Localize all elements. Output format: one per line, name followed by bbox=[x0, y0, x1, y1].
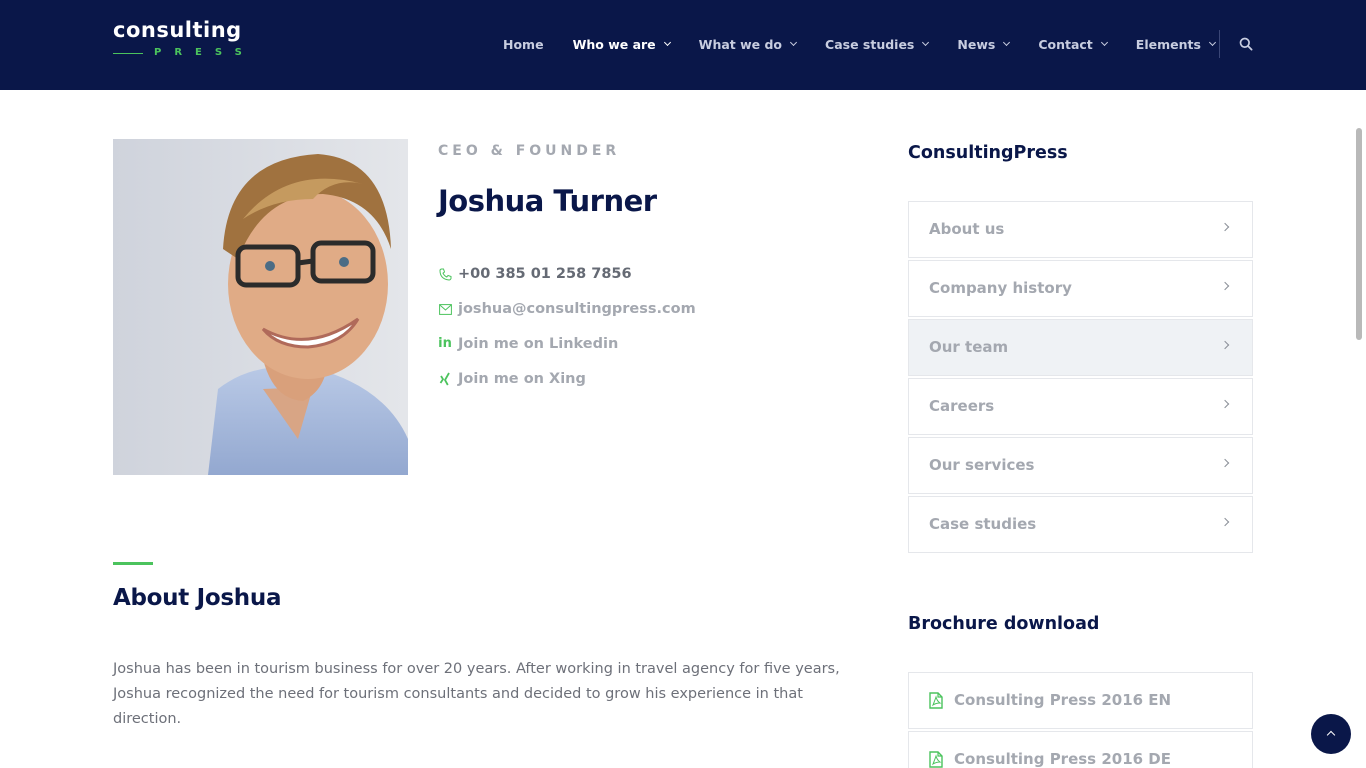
nav-who-we-are-label: Who we are bbox=[572, 36, 656, 52]
profile-name: Joshua Turner bbox=[438, 184, 657, 218]
sidebar-item-our-services[interactable]: Our services bbox=[908, 437, 1253, 494]
logo-rule bbox=[113, 53, 143, 54]
sidebar-item-label: Careers bbox=[929, 397, 995, 415]
about-accent-line bbox=[113, 562, 153, 565]
pdf-file-icon bbox=[929, 751, 943, 768]
chevron-right-icon bbox=[1220, 458, 1230, 468]
site-header: consulting PRESS Home Who we are What we… bbox=[0, 0, 1366, 90]
sidebar-item-careers[interactable]: Careers bbox=[908, 378, 1253, 435]
brochure-download-en[interactable]: Consulting Press 2016 EN bbox=[908, 672, 1253, 729]
brochure-title: Brochure download bbox=[908, 614, 1100, 634]
nav-contact-label: Contact bbox=[1038, 36, 1093, 52]
chevron-down-icon bbox=[789, 38, 798, 47]
xing-icon bbox=[438, 372, 452, 386]
chevron-right-icon bbox=[1220, 222, 1230, 232]
contact-email[interactable]: joshua@consultingpress.com bbox=[438, 301, 696, 317]
sidebar-item-label: Our services bbox=[929, 456, 1035, 474]
contact-linkedin[interactable]: in Join me on Linkedin bbox=[438, 336, 618, 352]
contact-phone-text: +00 385 01 258 7856 bbox=[458, 266, 632, 282]
nav-elements[interactable]: Elements bbox=[1135, 36, 1216, 52]
sidebar-item-label: Our team bbox=[929, 338, 1009, 356]
logo-wordmark: consulting bbox=[113, 18, 242, 42]
nav-home[interactable]: Home bbox=[503, 37, 544, 52]
nav-elements-label: Elements bbox=[1135, 36, 1201, 52]
nav-news[interactable]: News bbox=[957, 36, 1011, 52]
contact-xing-link: Join me on Xing bbox=[458, 371, 586, 387]
profile-role: CEO & FOUNDER bbox=[438, 143, 621, 159]
chevron-down-icon bbox=[922, 38, 930, 47]
contact-phone[interactable]: +00 385 01 258 7856 bbox=[438, 266, 632, 282]
chevron-down-icon bbox=[1208, 38, 1216, 47]
site-logo[interactable]: consulting PRESS bbox=[113, 17, 242, 61]
linkedin-icon: in bbox=[438, 336, 452, 351]
about-text: Joshua has been in tourism business for … bbox=[113, 661, 840, 727]
sidebar-item-about-us[interactable]: About us bbox=[908, 201, 1253, 258]
brochure-label: Consulting Press 2016 EN bbox=[954, 691, 1172, 709]
sidebar-menu: About us Company history Our team Career… bbox=[908, 201, 1253, 555]
chevron-up-icon bbox=[1326, 730, 1336, 740]
main-nav: Home Who we are What we do Case studies … bbox=[503, 34, 1244, 54]
nav-what-we-do-label: What we do bbox=[698, 36, 783, 52]
nav-who-we-are[interactable]: Who we are bbox=[572, 36, 671, 52]
chevron-right-icon bbox=[1220, 399, 1230, 409]
page-scrollbar[interactable] bbox=[1356, 128, 1362, 340]
nav-case-studies[interactable]: Case studies bbox=[825, 36, 930, 52]
sidebar-item-label: About us bbox=[929, 220, 1005, 238]
chevron-right-icon bbox=[1220, 517, 1230, 527]
contact-xing[interactable]: Join me on Xing bbox=[438, 371, 586, 387]
sidebar-item-case-studies[interactable]: Case studies bbox=[908, 496, 1253, 553]
nav-contact[interactable]: Contact bbox=[1038, 36, 1108, 52]
envelope-icon bbox=[438, 302, 452, 316]
profile-photo bbox=[113, 139, 408, 475]
chevron-down-icon bbox=[1003, 38, 1011, 47]
logo-subline: PRESS bbox=[113, 45, 242, 61]
brochure-label: Consulting Press 2016 DE bbox=[954, 750, 1172, 768]
search-icon[interactable] bbox=[1239, 37, 1253, 51]
chevron-down-icon bbox=[1100, 38, 1108, 47]
chevron-down-icon bbox=[663, 38, 671, 47]
sidebar-item-company-history[interactable]: Company history bbox=[908, 260, 1253, 317]
sidebar-item-label: Company history bbox=[929, 279, 1072, 297]
chevron-right-icon bbox=[1220, 340, 1230, 350]
chevron-right-icon bbox=[1220, 281, 1230, 291]
pdf-file-icon bbox=[929, 692, 943, 709]
logo-press-text: PRESS bbox=[154, 47, 255, 58]
sidebar-item-our-team[interactable]: Our team bbox=[908, 319, 1253, 376]
nav-news-label: News bbox=[957, 36, 996, 52]
sidebar-title: ConsultingPress bbox=[908, 143, 1068, 163]
sidebar-item-label: Case studies bbox=[929, 515, 1037, 533]
phone-icon bbox=[438, 267, 452, 281]
about-title: About Joshua bbox=[113, 585, 282, 611]
back-to-top-button[interactable] bbox=[1311, 714, 1351, 754]
nav-divider bbox=[1219, 30, 1220, 58]
contact-linkedin-link: Join me on Linkedin bbox=[458, 336, 619, 352]
contact-email-link: joshua@consultingpress.com bbox=[458, 301, 696, 317]
nav-case-studies-label: Case studies bbox=[825, 36, 915, 52]
nav-home-label: Home bbox=[503, 36, 544, 52]
brochure-download-de[interactable]: Consulting Press 2016 DE bbox=[908, 731, 1253, 768]
nav-what-we-do[interactable]: What we do bbox=[698, 36, 798, 52]
